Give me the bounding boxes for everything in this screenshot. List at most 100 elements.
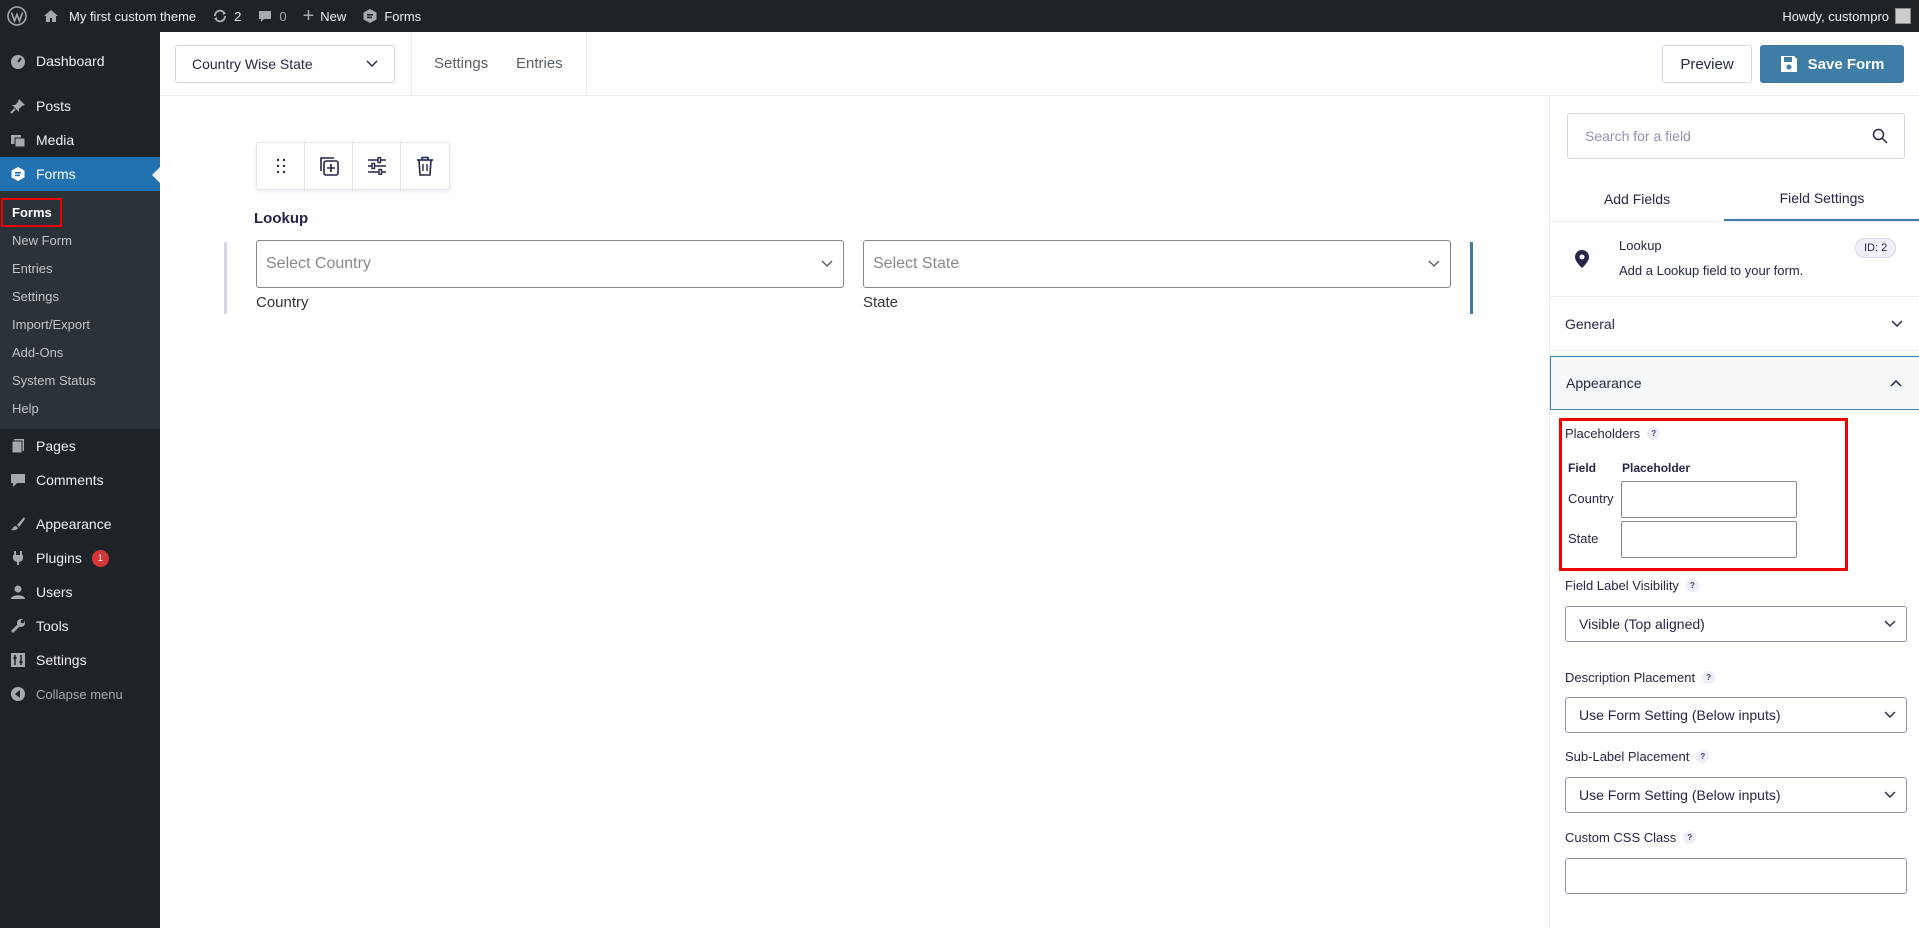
custom-css-class-label: Custom CSS Class ? — [1565, 830, 1697, 845]
help-icon[interactable]: ? — [1683, 831, 1697, 844]
menu-tools[interactable]: Tools — [0, 609, 160, 643]
submenu-help-label: Help — [12, 400, 39, 416]
state-sublabel: State — [863, 294, 899, 311]
save-form-button[interactable]: Save Form — [1760, 45, 1904, 83]
field-settings-icon[interactable] — [353, 143, 401, 189]
pushpin-icon — [10, 98, 26, 114]
toolbar-divider — [411, 32, 412, 95]
sublabel-placement-label-text: Sub-Label Placement — [1565, 749, 1690, 764]
label-visibility-label: Field Label Visibility ? — [1565, 578, 1699, 593]
menu-tools-label: Tools — [36, 618, 69, 634]
placeholders-label-text: Placeholders — [1565, 426, 1641, 441]
menu-media[interactable]: Media — [0, 123, 160, 157]
comment-bubble-icon — [259, 11, 272, 22]
custom-css-class-input[interactable] — [1565, 858, 1907, 894]
submenu-add-ons-label: Add-Ons — [12, 344, 64, 360]
submenu-entries[interactable]: Entries — [0, 254, 160, 282]
submenu-new-form[interactable]: New Form — [0, 226, 160, 254]
menu-settings[interactable]: Settings — [0, 643, 160, 677]
howdy-greeting: Howdy, custompro — [1782, 8, 1889, 24]
site-name: My first custom theme — [69, 8, 197, 24]
menu-forms[interactable]: Forms — [0, 157, 160, 191]
tab-field-settings[interactable]: Field Settings — [1724, 177, 1919, 221]
drag-handle-icon[interactable] — [257, 143, 305, 189]
description-placement-value: Use Form Setting (Below inputs) — [1579, 707, 1781, 723]
updates-count: 2 — [234, 8, 242, 24]
menu-plugins-label: Plugins — [36, 550, 82, 566]
submenu-system-status-label: System Status — [12, 372, 96, 388]
country-sublabel: Country — [256, 294, 309, 311]
pages-icon — [10, 438, 26, 454]
duplicate-icon[interactable] — [305, 143, 353, 189]
preview-button[interactable]: Preview — [1662, 45, 1752, 83]
select-state-dropdown[interactable]: Select State — [863, 240, 1451, 288]
description-placement-label: Description Placement ? — [1565, 670, 1716, 685]
user-icon — [10, 584, 26, 600]
field-type-description: Add a Lookup field to your form. — [1619, 263, 1804, 278]
help-icon[interactable]: ? — [1685, 579, 1699, 592]
accordion-general[interactable]: General — [1550, 297, 1919, 351]
help-icon[interactable]: ? — [1696, 750, 1710, 763]
chevron-down-icon — [1884, 620, 1896, 627]
submenu-system-status[interactable]: System Status — [0, 366, 160, 394]
submenu-settings-label: Settings — [12, 288, 59, 304]
dashboard-icon — [10, 53, 26, 69]
trash-icon[interactable] — [401, 143, 449, 189]
gravity-forms-icon — [10, 166, 26, 182]
submenu-add-ons[interactable]: Add-Ons — [0, 338, 160, 366]
chevron-down-icon — [1428, 260, 1440, 267]
collapse-menu-label: Collapse menu — [36, 686, 123, 702]
submenu-import-export[interactable]: Import/Export — [0, 310, 160, 338]
site-name-link[interactable]: My first custom theme — [33, 0, 204, 32]
collapse-arrow-icon — [10, 686, 26, 702]
submenu-help[interactable]: Help — [0, 394, 160, 422]
submenu-forms[interactable]: Forms — [0, 197, 160, 227]
menu-media-label: Media — [36, 132, 75, 148]
entries-link[interactable]: Entries — [516, 55, 563, 72]
wrench-icon — [10, 618, 26, 634]
accordion-appearance[interactable]: Appearance — [1550, 356, 1919, 410]
menu-posts[interactable]: Posts — [0, 89, 160, 123]
field-search-input[interactable]: Search for a field — [1567, 113, 1905, 159]
chevron-down-icon — [366, 60, 378, 67]
save-form-label: Save Form — [1807, 55, 1885, 73]
my-account[interactable]: Howdy, custompro — [1782, 0, 1911, 32]
plugins-update-badge: 1 — [91, 549, 109, 567]
description-placement-select[interactable]: Use Form Setting (Below inputs) — [1565, 697, 1907, 733]
select-country-placeholder: Select Country — [266, 255, 371, 272]
updates-link[interactable]: 2 — [204, 0, 249, 32]
menu-appearance-label: Appearance — [36, 516, 112, 532]
forms-adminbar-link[interactable]: Forms — [354, 0, 429, 32]
tab-add-fields-label: Add Fields — [1603, 191, 1671, 207]
chevron-down-icon — [1884, 791, 1896, 798]
placeholder-row-country: Country — [1568, 491, 1614, 506]
updates-icon — [214, 9, 227, 23]
new-label: New — [320, 8, 347, 24]
menu-plugins[interactable]: Plugins 1 — [0, 541, 160, 575]
country-placeholder-input[interactable] — [1621, 481, 1797, 518]
collapse-menu-button[interactable]: Collapse menu — [0, 677, 160, 711]
new-content-link[interactable]: + New — [295, 0, 355, 32]
sublabel-placement-select[interactable]: Use Form Setting (Below inputs) — [1565, 777, 1907, 813]
select-country-dropdown[interactable]: Select Country — [256, 240, 844, 288]
form-switcher-dropdown[interactable]: Country Wise State — [175, 45, 395, 83]
help-icon[interactable]: ? — [1647, 427, 1661, 440]
submenu-settings[interactable]: Settings — [0, 282, 160, 310]
comment-bubble-icon — [10, 472, 26, 488]
settings-link[interactable]: Settings — [434, 55, 488, 72]
menu-users[interactable]: Users — [0, 575, 160, 609]
menu-dashboard[interactable]: Dashboard — [0, 44, 160, 78]
state-placeholder-input[interactable] — [1621, 521, 1797, 558]
tab-add-fields[interactable]: Add Fields — [1550, 177, 1724, 221]
comments-link[interactable]: 0 — [249, 0, 294, 32]
menu-pages[interactable]: Pages — [0, 429, 160, 463]
search-icon — [1872, 128, 1888, 144]
label-visibility-select[interactable]: Visible (Top aligned) — [1565, 606, 1907, 642]
placeholders-col-placeholder: Placeholder — [1622, 461, 1691, 475]
help-icon[interactable]: ? — [1702, 671, 1716, 684]
form-editor-toolbar: Country Wise State Settings Entries Prev… — [160, 32, 1919, 96]
menu-comments[interactable]: Comments — [0, 463, 160, 497]
menu-appearance[interactable]: Appearance — [0, 507, 160, 541]
plug-icon — [10, 550, 26, 566]
wordpress-logo-icon[interactable] — [0, 0, 33, 32]
